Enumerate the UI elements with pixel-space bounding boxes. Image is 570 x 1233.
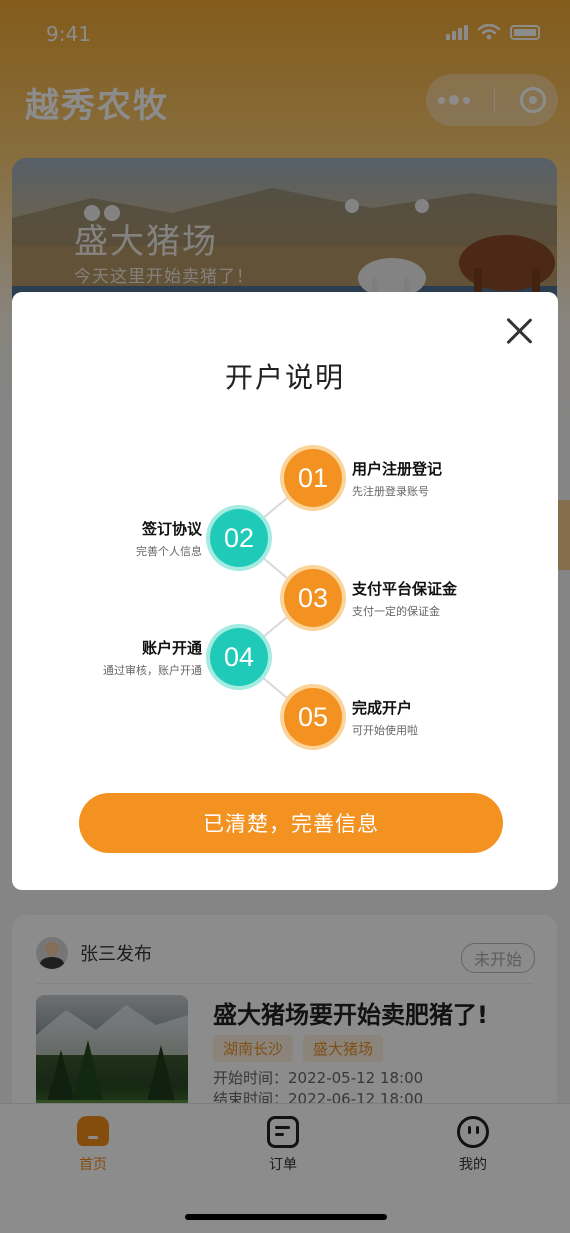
- step-5-text: 完成开户 可开始使用啦: [352, 697, 418, 738]
- step-3-desc: 支付一定的保证金: [352, 605, 440, 618]
- step-3-text: 支付平台保证金 支付一定的保证金: [352, 578, 457, 619]
- step-2-desc: 完善个人信息: [136, 545, 202, 558]
- step-4-desc: 通过审核，账户开通: [103, 664, 202, 677]
- step-5-title: 完成开户: [352, 699, 413, 717]
- step-1-circle: 01: [284, 449, 342, 507]
- step-2-text: 签订协议 完善个人信息: [136, 518, 202, 559]
- step-4-circle: 04: [210, 628, 268, 686]
- step-3-title: 支付平台保证金: [352, 580, 458, 598]
- step-4-text: 账户开通 通过审核，账户开通: [103, 637, 202, 678]
- home-indicator: [185, 1214, 387, 1220]
- step-3-circle: 03: [284, 569, 342, 627]
- account-opening-modal: 开户说明 01 用户注册登记 先注册登录账号 02 签订协议 完善个人信息 03…: [12, 292, 558, 890]
- step-1-title: 用户注册登记: [352, 460, 443, 478]
- step-1-desc: 先注册登录账号: [352, 485, 429, 498]
- step-4-title: 账户开通: [141, 639, 202, 657]
- step-2-title: 签订协议: [141, 520, 202, 538]
- confirm-complete-info-button[interactable]: 已清楚，完善信息: [79, 793, 503, 853]
- step-5-desc: 可开始使用啦: [352, 724, 418, 737]
- step-5-circle: 05: [284, 688, 342, 746]
- step-2-circle: 02: [210, 509, 268, 567]
- step-1-text: 用户注册登记 先注册登录账号: [352, 458, 442, 499]
